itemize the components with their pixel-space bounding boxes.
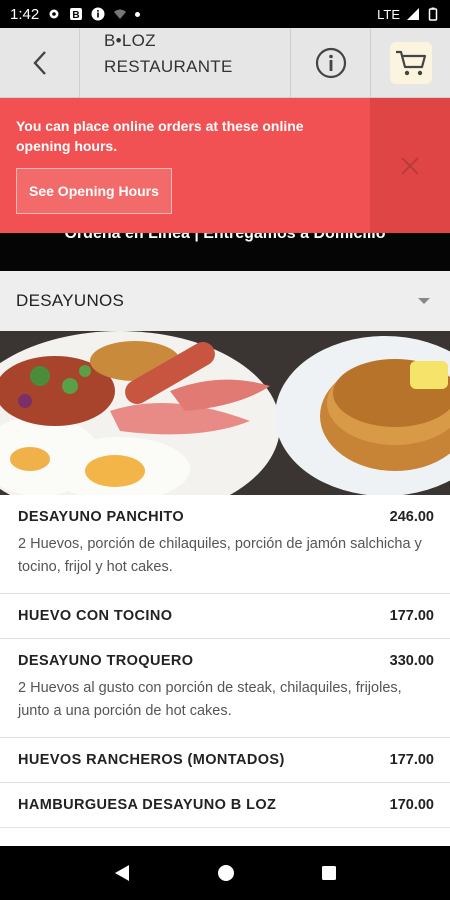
item-name: HUEVOS RANCHEROS (MONTADOS): [18, 752, 285, 768]
category-title: DESAYUNOS: [16, 291, 125, 310]
svg-text:B: B: [73, 10, 80, 21]
signal-icon: [407, 8, 419, 20]
notice-message: You can place online orders at these onl…: [16, 118, 304, 154]
opening-hours-notice: You can place online orders at these onl…: [0, 98, 450, 233]
chevron-down-icon: [418, 298, 430, 304]
item-price: 246.00: [389, 509, 434, 525]
promo-text: Ordena en Línea | Entregamos a Domicilio: [64, 233, 386, 242]
cart-icon: [395, 50, 426, 75]
restaurant-title: B•LOZ RESTAURANTE: [80, 28, 291, 97]
menu-item[interactable]: HUEVO CON TOCINO 177.00: [0, 594, 450, 639]
item-name: DESAYUNO TROQUERO: [18, 653, 194, 669]
nav-back-icon[interactable]: [113, 863, 131, 883]
system-nav-bar: [0, 846, 450, 900]
info-icon: [315, 47, 346, 78]
b-app-icon: B: [70, 8, 83, 21]
status-time: 1:42: [10, 5, 40, 23]
item-price: 170.00: [389, 797, 434, 813]
item-name: HAMBURGUESA DESAYUNO B LOZ: [18, 797, 277, 813]
menu-item[interactable]: HAMBURGUESA DESAYUNO B LOZ 170.00: [0, 783, 450, 828]
nav-recents-icon[interactable]: [321, 865, 337, 881]
promo-banner: Ordena en Línea | Entregamos a Domicilio: [0, 233, 450, 271]
item-price: 330.00: [389, 653, 434, 669]
cart-button[interactable]: [371, 28, 450, 97]
notification-dot: [135, 11, 141, 17]
close-notice-button[interactable]: [370, 98, 450, 233]
back-arrow-icon: [32, 50, 46, 75]
category-food-image: [0, 331, 450, 495]
notice-content: You can place online orders at these onl…: [0, 98, 370, 233]
menu-item[interactable]: DESAYUNO TROQUERO 330.00 2 Huevos al gus…: [0, 639, 450, 738]
settings-icon: [49, 9, 59, 19]
title-line-1: B•LOZ: [104, 31, 156, 50]
category-header-desayunos[interactable]: DESAYUNOS: [0, 271, 450, 331]
see-opening-hours-button[interactable]: See Opening Hours: [16, 168, 172, 214]
breakfast-photo: [0, 331, 450, 495]
battery-icon: [428, 7, 438, 21]
info-button[interactable]: [291, 28, 371, 97]
menu-item[interactable]: DESAYUNO PANCHITO 246.00 2 Huevos, porci…: [0, 495, 450, 594]
app-header: B•LOZ RESTAURANTE: [0, 28, 450, 98]
menu-item[interactable]: HUEVOS RANCHEROS (MONTADOS) 177.00: [0, 738, 450, 783]
back-button[interactable]: [0, 28, 80, 97]
info-status-icon: [91, 7, 105, 21]
title-line-2: RESTAURANTE: [104, 57, 233, 76]
menu-list: DESAYUNO PANCHITO 246.00 2 Huevos, porci…: [0, 495, 450, 828]
close-icon: [401, 156, 419, 175]
item-price: 177.00: [389, 752, 434, 768]
network-label: LTE: [377, 6, 400, 22]
status-bar: 1:42 B LTE: [0, 0, 450, 28]
nav-home-icon[interactable]: [217, 864, 235, 882]
item-name: DESAYUNO PANCHITO: [18, 509, 185, 525]
item-description: 2 Huevos, porción de chilaquiles, porció…: [18, 536, 422, 575]
wifi-off-icon: [114, 9, 127, 19]
item-price: 177.00: [389, 608, 434, 624]
item-description: 2 Huevos al gusto con porción de steak, …: [18, 680, 402, 719]
cart-container: [389, 41, 432, 84]
item-name: HUEVO CON TOCINO: [18, 608, 173, 624]
